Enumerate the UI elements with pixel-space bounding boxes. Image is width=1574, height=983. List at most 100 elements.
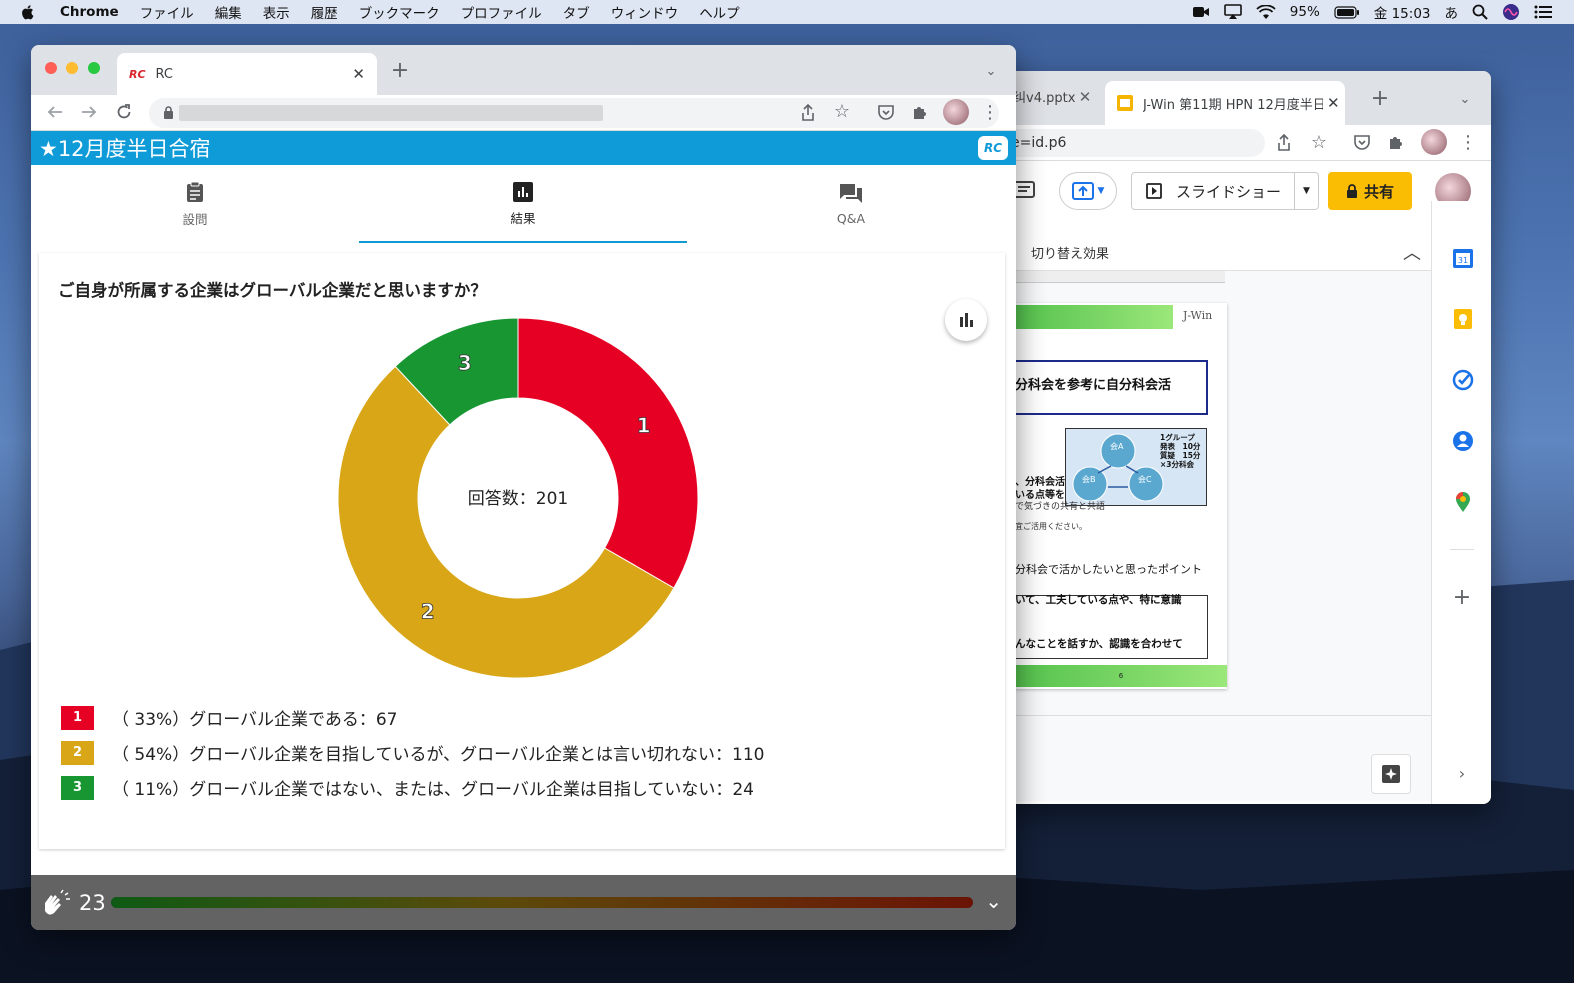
add-addon-icon[interactable]: + [1450, 585, 1474, 610]
extensions-puzzle-icon[interactable] [911, 103, 929, 121]
collapse-chevron-down-icon[interactable]: ⌄ [985, 889, 1002, 913]
tab-qa[interactable]: Q&A [687, 165, 1015, 243]
present-icon [1071, 182, 1094, 200]
comments-icon[interactable] [1013, 181, 1035, 201]
menu-window[interactable]: ウィンドウ [611, 2, 679, 22]
browser-menu-icon[interactable]: ⋮ [1459, 131, 1477, 153]
slide-thumbnail[interactable]: J-Win 分科会を参考に自分科会活 会A 会B 会C 1グループ 発表 10分… [1015, 303, 1227, 689]
share-page-icon[interactable] [801, 104, 815, 121]
browser-window-slides: 纠v4.pptx ✕ J-Win 第11期 HPN 12月度半日合 ✕ + ⌄ … [955, 71, 1491, 804]
address-bar[interactable] [149, 98, 999, 128]
address-bar-url-redacted [179, 105, 603, 121]
browser-toolbar: ☆ ⋮ [31, 95, 1016, 131]
reload-icon[interactable] [116, 104, 132, 120]
tab-slides[interactable]: J-Win 第11期 HPN 12月度半日合 ✕ [1105, 81, 1345, 125]
legend-item: 3 （ 11%）グローバル企業ではない、または、グローバル企業は目指していない：… [61, 775, 754, 800]
tab-search-chevron-icon[interactable]: ⌄ [981, 61, 1001, 81]
extensions-puzzle-icon[interactable] [1387, 133, 1405, 151]
back-arrow-icon[interactable] [47, 104, 63, 120]
menu-edit[interactable]: 編集 [215, 2, 242, 22]
tab-strip: RC RC ✕ + ⌄ [31, 45, 1016, 95]
tab-close-icon[interactable]: ✕ [1327, 94, 1340, 112]
profile-avatar[interactable] [1421, 129, 1447, 155]
contacts-icon[interactable] [1452, 430, 1474, 452]
browser-menu-icon[interactable]: ⋮ [981, 101, 999, 123]
total-responses-label: 回答数：201 [468, 489, 568, 509]
input-method-indicator[interactable]: あ [1445, 2, 1459, 22]
wifi-icon[interactable] [1256, 4, 1276, 20]
bookmark-star-icon[interactable]: ☆ [1309, 132, 1329, 153]
menu-profiles[interactable]: プロファイル [461, 2, 542, 22]
share-button[interactable]: 共有 [1328, 172, 1412, 210]
applause-bar: 23 ⌄ [31, 875, 1016, 930]
diagram-note-line: 1グループ [1160, 433, 1195, 442]
donut-slice-label-1: 1 [637, 414, 651, 438]
address-bar-url[interactable]: e=id.p6 [1011, 135, 1066, 151]
slideshow-play-icon [1146, 183, 1162, 199]
tab-questions[interactable]: 設問 [31, 165, 359, 243]
pocket-icon[interactable] [877, 104, 895, 121]
share-page-icon[interactable] [1277, 134, 1291, 151]
chart-type-toggle-button[interactable] [945, 299, 987, 341]
tab-close-icon[interactable]: ✕ [352, 65, 365, 83]
siri-icon[interactable] [1502, 3, 1520, 21]
present-mode-button[interactable]: ▼ [1059, 172, 1117, 210]
menu-help[interactable]: ヘルプ [699, 2, 740, 22]
profile-avatar[interactable] [943, 99, 969, 125]
tab-strip: 纠v4.pptx ✕ J-Win 第11期 HPN 12月度半日合 ✕ + ⌄ [955, 71, 1491, 125]
result-card: ご自身が所属する企業はグローバル企業だと思いますか？ 1 2 3 回答数：201 1… [39, 253, 1005, 849]
forum-icon [840, 183, 862, 203]
explore-button[interactable] [1371, 754, 1411, 794]
menubar-clock[interactable]: 金 15:03 [1374, 2, 1431, 22]
jwin-logo: J-Win [1183, 309, 1213, 322]
tab-rc[interactable]: RC RC ✕ [117, 53, 377, 95]
bookmark-star-icon[interactable]: ☆ [832, 101, 852, 122]
apple-menu-icon[interactable] [18, 2, 38, 22]
control-center-icon[interactable] [1534, 4, 1552, 20]
facetime-icon[interactable] [1192, 5, 1210, 19]
tab-close-icon[interactable]: ✕ [1075, 87, 1095, 107]
spotlight-search-icon[interactable] [1472, 4, 1488, 20]
window-zoom-button[interactable] [88, 62, 100, 74]
calendar-icon[interactable]: 31 [1452, 247, 1474, 269]
slideshow-button[interactable]: スライドショー ▼ [1131, 172, 1319, 210]
menu-tab[interactable]: タブ [563, 2, 590, 22]
sparkle-icon [1382, 765, 1400, 783]
clap-count: 23 [79, 890, 106, 915]
tab-search-chevron-icon[interactable]: ⌄ [1455, 89, 1475, 109]
slides-favicon-icon [1117, 95, 1133, 111]
slide-text-3: で気づきの共有と共語 [1015, 502, 1106, 512]
slideshow-label: スライドショー [1176, 182, 1282, 201]
clap-hands-icon[interactable] [41, 889, 71, 917]
new-tab-icon[interactable]: + [1369, 86, 1391, 111]
reaction-level-fill [111, 897, 973, 908]
menu-bookmarks[interactable]: ブックマーク [359, 2, 440, 22]
page-header: ★12月度半日合宿 RC [31, 131, 1016, 165]
transition-panel-header: 切り替え効果 ︿ [1015, 233, 1431, 271]
menu-file[interactable]: ファイル [140, 2, 194, 22]
window-minimize-button[interactable] [66, 62, 78, 74]
lock-icon [1346, 184, 1357, 198]
window-close-button[interactable] [45, 62, 57, 74]
legend-text-2: （ 54%）グローバル企業を目指しているが、グローバル企業とは言い切れない：11… [112, 745, 765, 765]
battery-percent: 95% [1289, 4, 1320, 20]
tab-results[interactable]: 結果 [359, 165, 687, 243]
expand-panel-chevron-icon[interactable]: › [1450, 761, 1474, 785]
tasks-icon[interactable] [1452, 369, 1474, 391]
tab-pptx-title[interactable]: 纠v4.pptx [1013, 87, 1075, 106]
menu-view[interactable]: 表示 [263, 2, 290, 22]
rc-tab-bar: 設問 結果 Q&A [31, 165, 1016, 243]
menu-history[interactable]: 履歴 [311, 2, 338, 22]
airplay-icon[interactable] [1223, 4, 1242, 20]
legend-badge-2: 2 [61, 740, 94, 765]
keep-icon[interactable] [1452, 308, 1474, 330]
slideshow-dropdown-icon[interactable]: ▼ [1294, 173, 1318, 209]
maps-icon[interactable] [1452, 491, 1474, 513]
new-tab-icon[interactable]: + [389, 58, 411, 83]
collapse-chevron-up-icon[interactable]: ︿ [1403, 239, 1421, 265]
menu-app-name[interactable]: Chrome [60, 4, 119, 20]
pocket-icon[interactable] [1353, 134, 1371, 151]
forward-arrow-icon[interactable] [81, 104, 97, 120]
battery-icon[interactable] [1334, 5, 1360, 19]
slide-page-number: 6 [1118, 672, 1124, 680]
